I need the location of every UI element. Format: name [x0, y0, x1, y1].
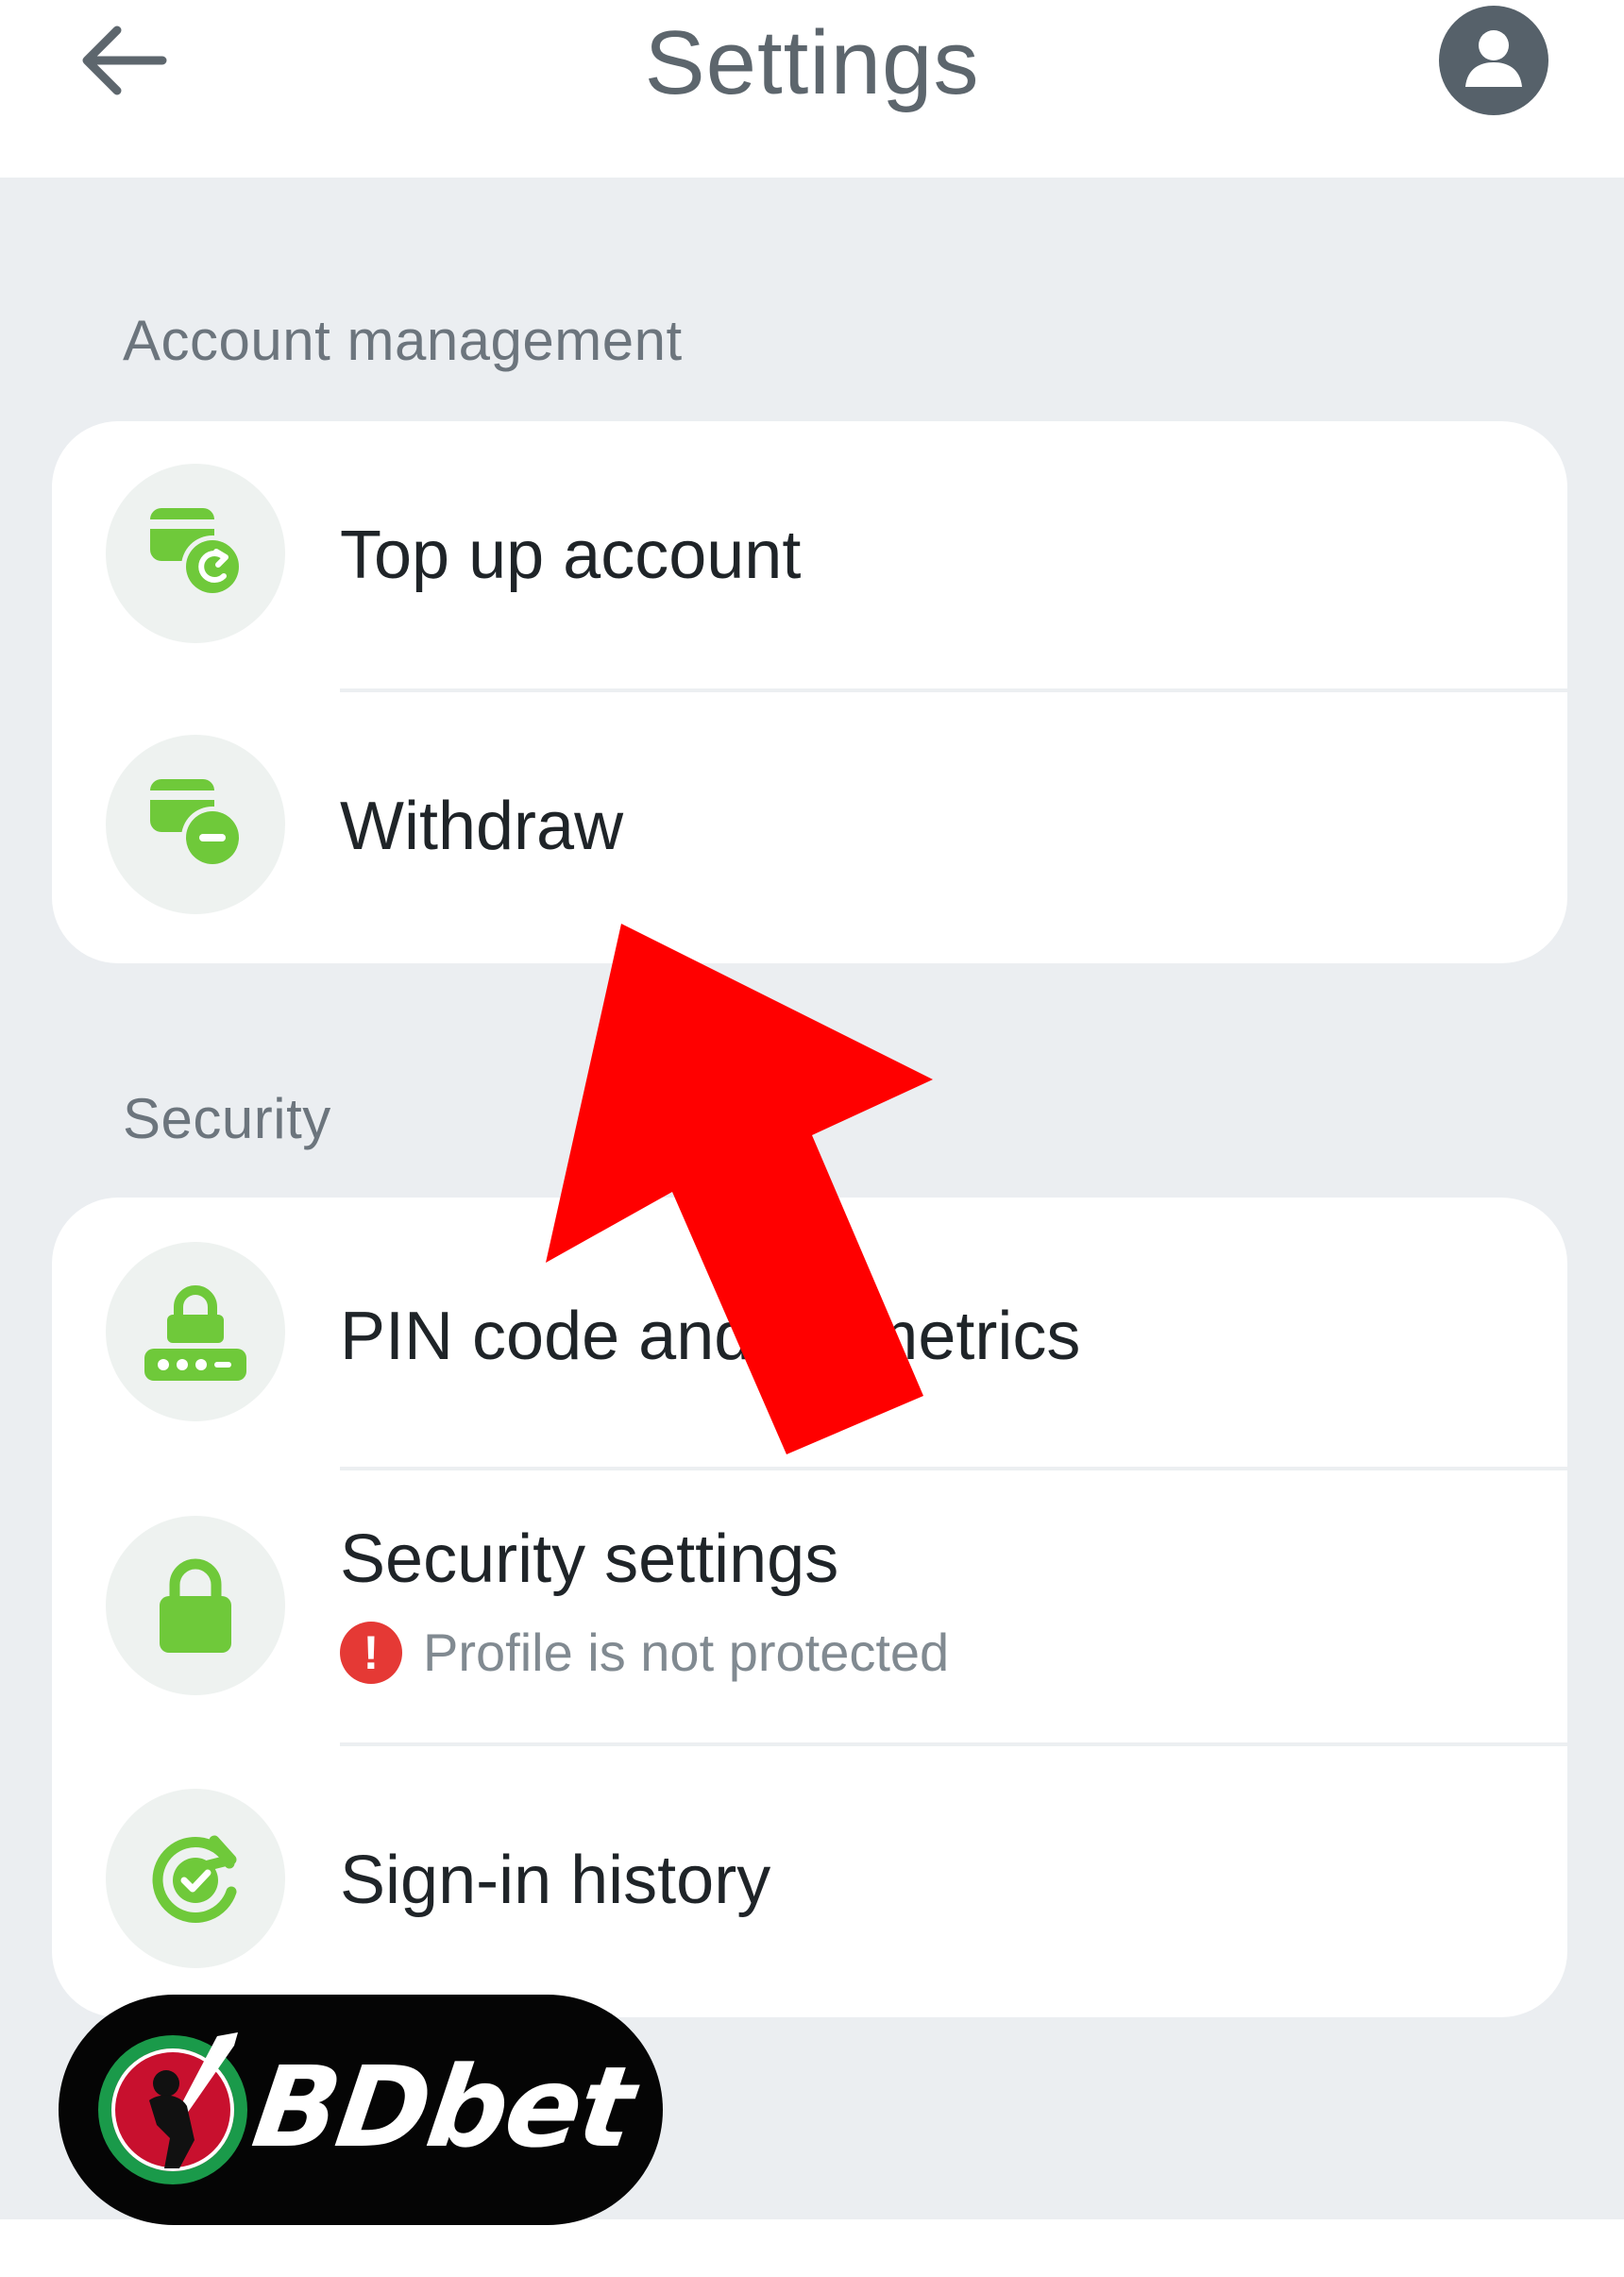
- security-card: PIN code and biometrics Security setting…: [52, 1198, 1567, 2017]
- brand-name: BDbet: [245, 2042, 641, 2172]
- menu-item-label: Security settings: [340, 1521, 839, 1597]
- protection-warning: ! Profile is not protected: [340, 1622, 949, 1684]
- menu-item-security-settings[interactable]: Security settings ! Profile is not prote…: [52, 1470, 1567, 1744]
- card-minus-icon: [150, 779, 244, 869]
- menu-item-label: Top up account: [340, 518, 802, 593]
- menu-item-sign-in-history[interactable]: Sign-in history: [52, 1746, 1567, 2017]
- menu-item-withdraw[interactable]: Withdraw: [52, 692, 1567, 963]
- app-header: Settings: [0, 0, 1624, 178]
- sign-in-history-icon-badge: [106, 1789, 285, 1968]
- alert-icon: !: [340, 1622, 402, 1684]
- menu-item-label: Sign-in history: [340, 1843, 771, 1918]
- menu-item-label: PIN code and biometrics: [340, 1299, 1081, 1374]
- lock-pin-icon: [144, 1285, 246, 1381]
- pin-icon-badge: [106, 1242, 285, 1421]
- section-label-account-management: Account management: [123, 309, 683, 372]
- user-icon: [1465, 30, 1522, 87]
- protection-status-text: Profile is not protected: [423, 1623, 950, 1682]
- account-management-card: Top up account Withdraw: [52, 421, 1567, 963]
- bottom-strip: [0, 2219, 1624, 2277]
- section-label-security: Security: [123, 1087, 331, 1150]
- brand-watermark: BDbet: [59, 1995, 663, 2225]
- page-title: Settings: [644, 12, 980, 113]
- card-refresh-icon: [150, 508, 244, 598]
- refresh-check-icon: [152, 1835, 237, 1923]
- withdraw-icon-badge: [106, 735, 285, 914]
- security-icon-badge: [106, 1516, 285, 1695]
- menu-item-label: Withdraw: [340, 789, 624, 864]
- menu-item-top-up-account[interactable]: Top up account: [52, 421, 1567, 690]
- lock-icon: [160, 1558, 231, 1653]
- profile-button[interactable]: [1439, 6, 1548, 115]
- top-up-icon-badge: [106, 464, 285, 643]
- menu-item-pin-code-and-biometrics[interactable]: PIN code and biometrics: [52, 1198, 1567, 1467]
- cricket-player-logo-icon: [98, 2032, 247, 2184]
